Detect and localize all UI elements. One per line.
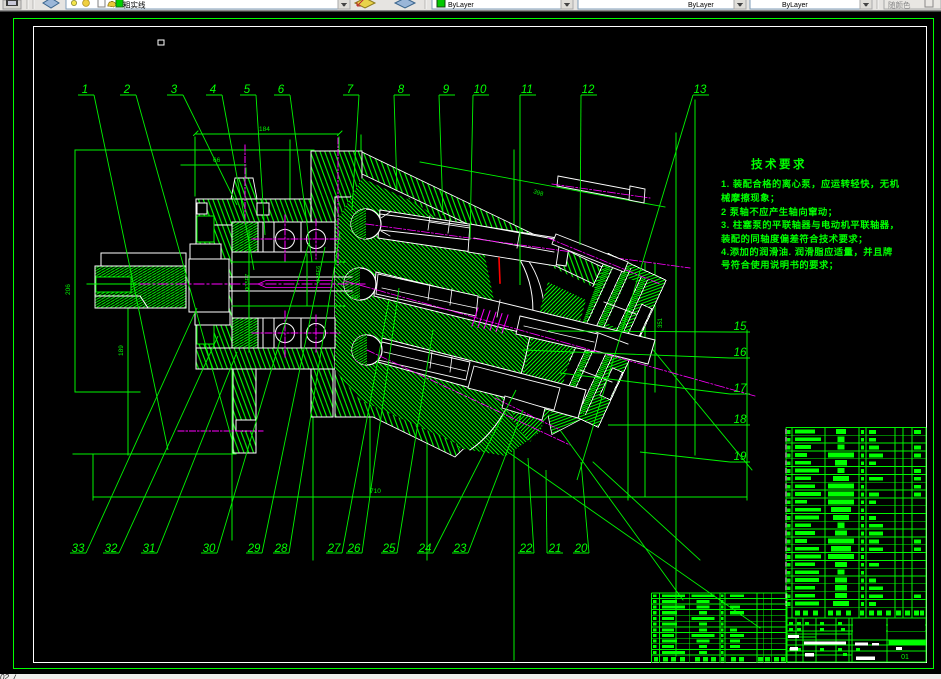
svg-text:ByLayer: ByLayer (448, 2, 474, 9)
svg-text:4: 4 (210, 84, 216, 96)
svg-text:12: 12 (582, 84, 595, 96)
svg-text:Φ35E7: Φ35E7 (245, 274, 251, 291)
svg-text:189: 189 (118, 345, 125, 356)
svg-text:18: 18 (734, 414, 747, 426)
svg-text:11: 11 (521, 84, 533, 96)
svg-text:3: 3 (171, 84, 178, 96)
svg-text:8: 8 (398, 84, 405, 96)
svg-text:5: 5 (244, 84, 251, 96)
svg-text:1. 装配合格的离心泵，应运转轻快，无机: 1. 装配合格的离心泵，应运转轻快，无机 (721, 178, 900, 189)
svg-text:19: 19 (734, 451, 747, 463)
svg-text:01: 01 (901, 654, 909, 661)
svg-text:ByLayer: ByLayer (688, 2, 714, 9)
svg-text:710: 710 (370, 488, 381, 495)
svg-text:号符合使用说明书的要求；: 号符合使用说明书的要求； (721, 259, 839, 271)
svg-text:17: 17 (734, 383, 747, 395)
svg-text:械摩擦现象；: 械摩擦现象； (721, 192, 780, 204)
svg-text:粗实线: 粗实线 (123, 0, 146, 10)
svg-text:1: 1 (82, 84, 88, 96)
svg-text:02: 02 (0, 673, 9, 679)
svg-text:206: 206 (65, 284, 72, 295)
svg-text:184: 184 (259, 126, 270, 133)
svg-text:ByLayer: ByLayer (782, 2, 808, 9)
svg-text:16: 16 (734, 347, 747, 359)
svg-text:351: 351 (658, 317, 664, 328)
svg-text:15: 15 (734, 321, 747, 333)
svg-text:装配的同轴度偏差符合技术要求；: 装配的同轴度偏差符合技术要求； (720, 233, 868, 245)
svg-text:7: 7 (347, 84, 354, 96)
svg-text:4.添加的润滑油. 润滑脂应适量，并且牌: 4.添加的润滑油. 润滑脂应适量，并且牌 (721, 246, 893, 257)
svg-text:9: 9 (443, 84, 450, 96)
svg-text:随颜色: 随颜色 (888, 0, 911, 10)
svg-text:60°: 60° (352, 295, 360, 301)
svg-text:10: 10 (474, 84, 487, 96)
svg-text:2: 2 (123, 84, 131, 96)
svg-text:13: 13 (694, 84, 707, 96)
svg-text:3. 柱塞泵的平联轴器与电动机平联轴器，: 3. 柱塞泵的平联轴器与电动机平联轴器， (721, 219, 899, 230)
svg-text:2 泵轴不应产生轴向窜动；: 2 泵轴不应产生轴向窜动； (721, 206, 838, 218)
svg-text:6: 6 (278, 84, 285, 96)
svg-text:技术要求: 技术要求 (751, 157, 807, 171)
